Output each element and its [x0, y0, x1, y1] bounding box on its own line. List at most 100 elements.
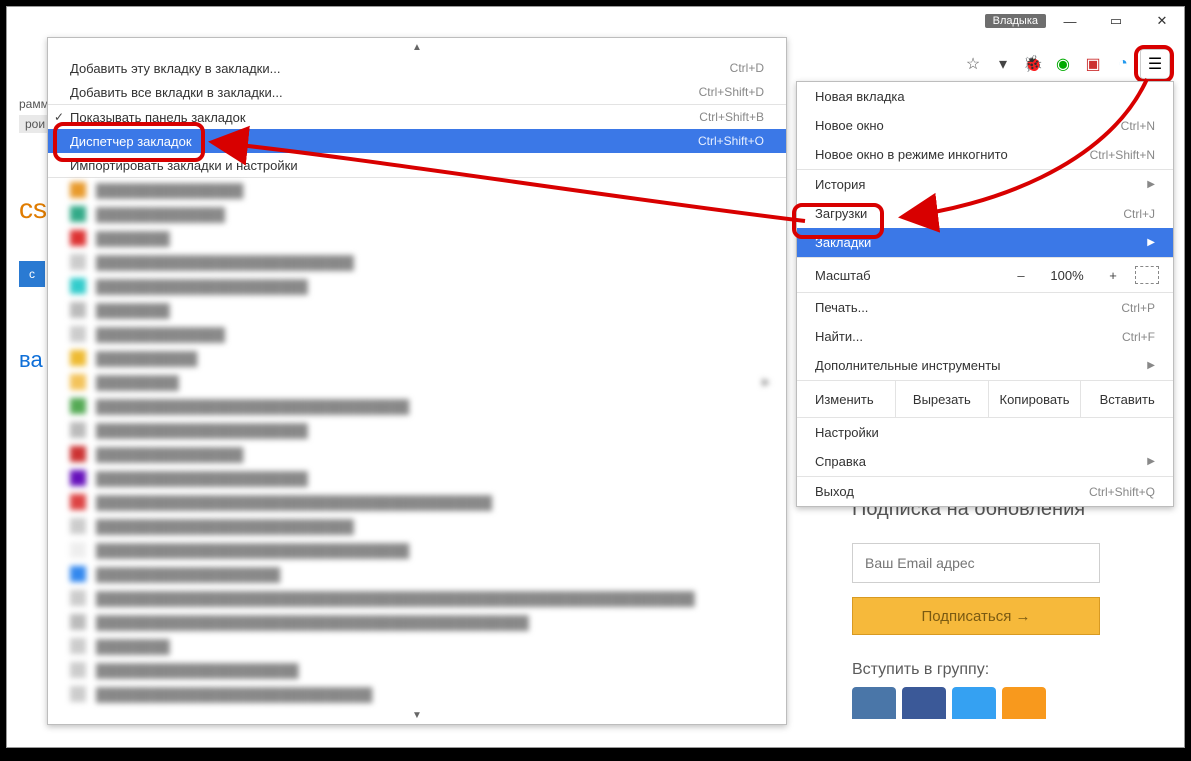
menuitem-shortcut: Ctrl+D	[730, 61, 764, 75]
menu-settings[interactable]: Настройки	[797, 418, 1173, 447]
bookmark-item[interactable]: ██████████████████████████████████	[48, 394, 786, 418]
chevron-right-icon: ▶	[762, 377, 770, 388]
bookmark-folder[interactable]: █████████▶	[48, 370, 786, 394]
menu-history[interactable]: История ▶	[797, 170, 1173, 199]
bookmark-item[interactable]: ███████████████████████	[48, 418, 786, 442]
chevron-right-icon: ▶	[1147, 360, 1155, 371]
twitter-icon[interactable]	[952, 687, 996, 719]
menuitem-label: Справка	[815, 454, 866, 469]
menuitem-label: Настройки	[815, 425, 879, 440]
menu-print[interactable]: Печать... Ctrl+P	[797, 293, 1173, 322]
subscribe-email-input[interactable]	[852, 543, 1100, 583]
bookmark-item[interactable]: ██████████████████████████████████	[48, 538, 786, 562]
submenu-scroll-up[interactable]: ▲	[48, 38, 786, 56]
hamburger-menu-button[interactable]: ☰	[1140, 49, 1170, 79]
fullscreen-icon[interactable]	[1135, 266, 1159, 284]
edit-label: Изменить	[797, 381, 895, 417]
menu-new-window[interactable]: Новое окно Ctrl+N	[797, 111, 1173, 140]
bookmark-item[interactable]: ███████████████████████	[48, 274, 786, 298]
bookmark-item[interactable]: ████████████████████████████	[48, 514, 786, 538]
page-nav-selected[interactable]: с	[19, 261, 45, 287]
bookmark-item[interactable]: ████████████████████████████████████████…	[48, 610, 786, 634]
user-badge: Владыка	[985, 14, 1046, 28]
bookmark-item[interactable]: ████████████████	[48, 178, 786, 202]
window-close-button[interactable]: ✕	[1140, 8, 1184, 34]
check-icon: ✓	[54, 110, 64, 124]
menuitem-shortcut: Ctrl+Shift+B	[699, 110, 764, 124]
chevron-right-icon: ▶	[1147, 456, 1155, 467]
zoom-in-button[interactable]: +	[1099, 263, 1127, 287]
menu-exit[interactable]: Выход Ctrl+Shift+Q	[797, 477, 1173, 506]
edit-paste-button[interactable]: Вставить	[1080, 381, 1173, 417]
menu-more-tools[interactable]: Дополнительные инструменты ▶	[797, 351, 1173, 380]
ladybug-extension-icon[interactable]: 🐞	[1020, 51, 1046, 77]
bookmark-item[interactable]: ████████	[48, 634, 786, 658]
toolbar-extensions: ☆ ▾ 🐞 ◉ ▣ ◔ ☰	[960, 49, 1170, 79]
submenu-bookmark-manager[interactable]: Диспетчер закладок Ctrl+Shift+O	[48, 129, 786, 153]
menuitem-shortcut: Ctrl+J	[1123, 207, 1155, 221]
menuitem-label: Печать...	[815, 300, 868, 315]
social-row	[852, 687, 1144, 719]
bookmark-item[interactable]: ██████████████	[48, 322, 786, 346]
green-circle-extension-icon[interactable]: ◉	[1050, 51, 1076, 77]
menuitem-shortcut: Ctrl+Shift+N	[1090, 148, 1155, 162]
bookmark-item[interactable]: ████████████████████	[48, 562, 786, 586]
menuitem-shortcut: Ctrl+Shift+O	[698, 134, 764, 148]
bookmarks-list-blurred: ████████████████ ██████████████ ████████…	[48, 178, 786, 706]
submenu-add-bookmark[interactable]: Добавить эту вкладку в закладки... Ctrl+…	[48, 56, 786, 80]
menuitem-label: Закладки	[815, 235, 871, 250]
menuitem-label: Новая вкладка	[815, 89, 905, 104]
join-group-label: Вступить в группу:	[852, 661, 1144, 679]
video-extension-icon[interactable]: ▣	[1080, 51, 1106, 77]
window-titlebar: Владыка — ▭ ✕	[985, 7, 1184, 35]
subscribe-box: Подписка на обновления Подписаться → Вст…	[852, 498, 1144, 719]
zoom-out-button[interactable]: –	[1007, 263, 1035, 287]
bookmark-item[interactable]: ████████████████████████████	[48, 250, 786, 274]
menuitem-shortcut: Ctrl+Shift+Q	[1089, 485, 1155, 499]
bookmark-item[interactable]: ███████████	[48, 346, 786, 370]
menu-bookmarks[interactable]: Закладки ▶	[797, 228, 1173, 257]
menuitem-label: Добавить эту вкладку в закладки...	[70, 61, 280, 76]
bookmark-item[interactable]: ██████████████	[48, 202, 786, 226]
main-menu: Новая вкладка Новое окно Ctrl+N Новое ок…	[796, 81, 1174, 507]
pocket-extension-icon[interactable]: ▾	[990, 51, 1016, 77]
bookmark-item[interactable]: ████████	[48, 298, 786, 322]
bookmark-item[interactable]: ████████████████	[48, 442, 786, 466]
bookmark-item[interactable]: ███████████████████████	[48, 466, 786, 490]
submenu-add-all-bookmarks[interactable]: Добавить все вкладки в закладки... Ctrl+…	[48, 80, 786, 104]
drop-extension-icon[interactable]: ◔	[1110, 51, 1136, 77]
menu-help[interactable]: Справка ▶	[797, 447, 1173, 476]
star-icon[interactable]: ☆	[960, 51, 986, 77]
menu-incognito[interactable]: Новое окно в режиме инкогнито Ctrl+Shift…	[797, 140, 1173, 169]
menuitem-shortcut: Ctrl+N	[1121, 119, 1155, 133]
app-window: Владыка — ▭ ✕ ☆ ▾ 🐞 ◉ ▣ ◔ ☰ рамми рои cs…	[6, 6, 1185, 748]
menuitem-shortcut: Ctrl+P	[1121, 301, 1155, 315]
window-maximize-button[interactable]: ▭	[1094, 8, 1138, 34]
menuitem-label: Загрузки	[815, 206, 867, 221]
edit-copy-button[interactable]: Копировать	[988, 381, 1081, 417]
submenu-import-bookmarks[interactable]: Импортировать закладки и настройки	[48, 153, 786, 177]
bookmark-item[interactable]: ████████████████████████████████████████…	[48, 490, 786, 514]
menuitem-label: История	[815, 177, 865, 192]
edit-cut-button[interactable]: Вырезать	[895, 381, 988, 417]
subscribe-button[interactable]: Подписаться →	[852, 597, 1100, 635]
facebook-icon[interactable]	[902, 687, 946, 719]
window-minimize-button[interactable]: —	[1048, 8, 1092, 34]
bookmark-item[interactable]: ████████	[48, 226, 786, 250]
menuitem-label: Новое окно в режиме инкогнито	[815, 147, 1008, 162]
menu-find[interactable]: Найти... Ctrl+F	[797, 322, 1173, 351]
bookmark-item[interactable]: ████████████████████████████████████████…	[48, 586, 786, 610]
menuitem-shortcut: Ctrl+F	[1122, 330, 1155, 344]
vk-icon[interactable]	[852, 687, 896, 719]
menuitem-shortcut: Ctrl+Shift+D	[699, 85, 764, 99]
bookmark-item[interactable]: ██████████████████████████████	[48, 682, 786, 706]
menu-new-tab[interactable]: Новая вкладка	[797, 82, 1173, 111]
submenu-show-bookmarks-bar[interactable]: ✓ Показывать панель закладок Ctrl+Shift+…	[48, 105, 786, 129]
menu-downloads[interactable]: Загрузки Ctrl+J	[797, 199, 1173, 228]
rss-icon[interactable]	[1002, 687, 1046, 719]
chevron-right-icon: ▶	[1147, 237, 1155, 248]
bookmark-item[interactable]: ██████████████████████	[48, 658, 786, 682]
submenu-scroll-down[interactable]: ▼	[48, 706, 786, 724]
menuitem-label: Импортировать закладки и настройки	[70, 158, 298, 173]
menuitem-label: Дополнительные инструменты	[815, 358, 1001, 373]
